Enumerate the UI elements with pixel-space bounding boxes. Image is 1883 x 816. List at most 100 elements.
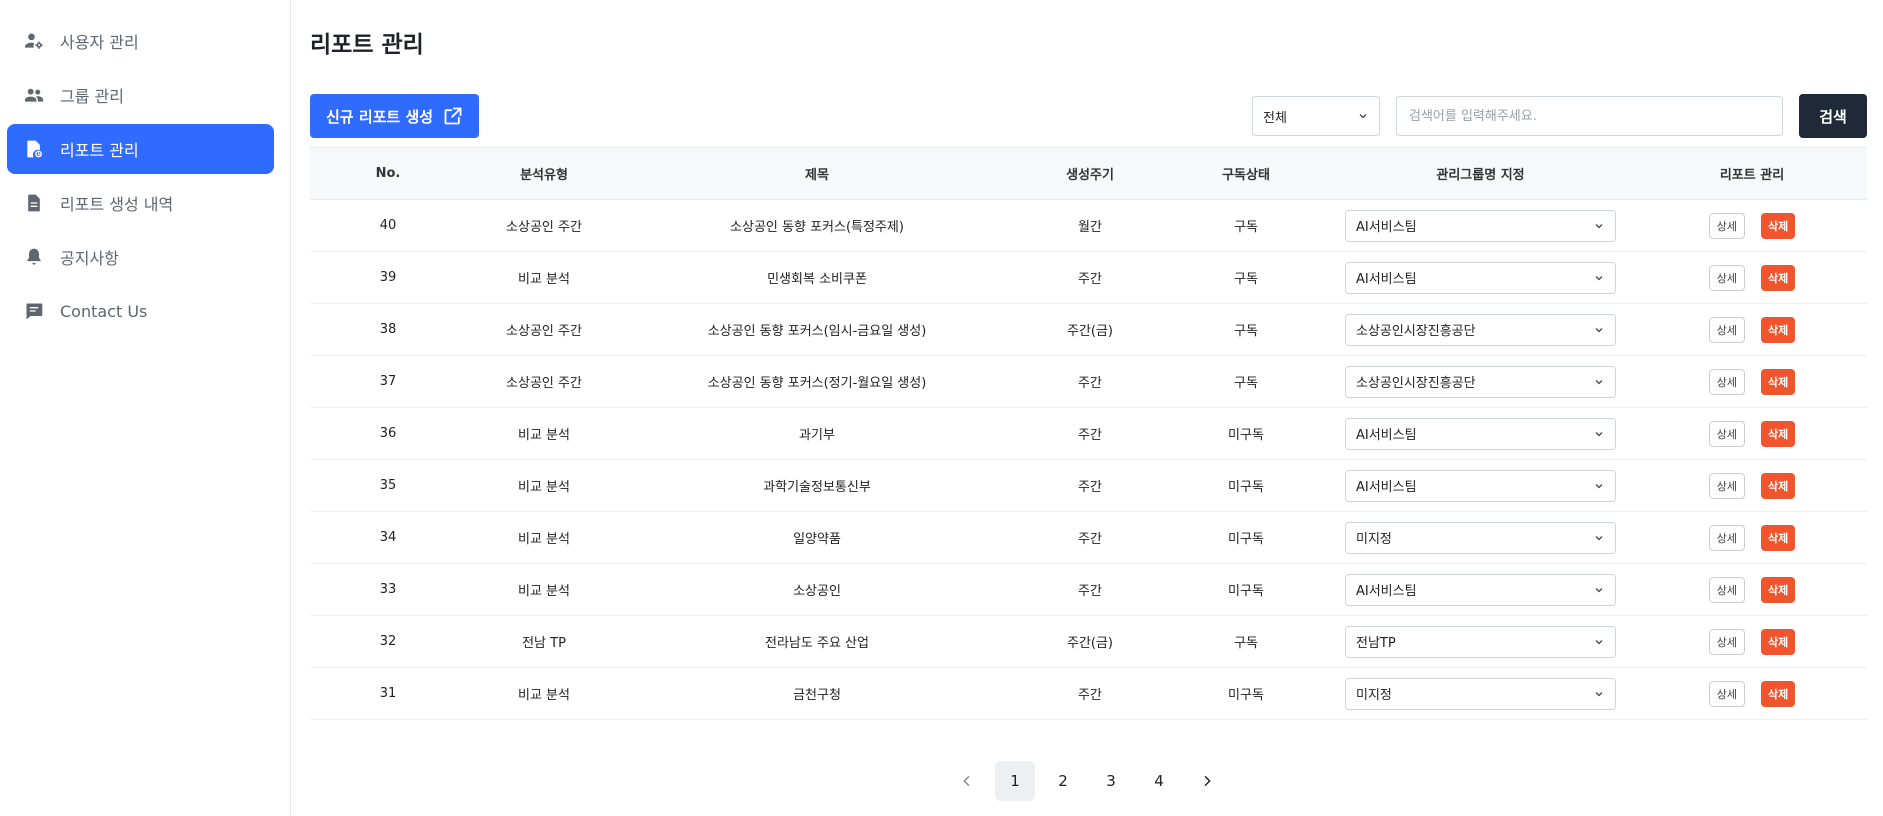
group-icon	[23, 84, 45, 106]
delete-button[interactable]: 삭제	[1761, 472, 1796, 499]
detail-button[interactable]: 상세	[1708, 680, 1745, 707]
cell-type: 비교 분석	[466, 459, 622, 512]
delete-button[interactable]: 삭제	[1761, 420, 1796, 447]
filter-select[interactable]: 전체	[1252, 96, 1380, 136]
search-button[interactable]: 검색	[1799, 94, 1867, 138]
cell-group: AI서비스팀	[1324, 563, 1637, 616]
group-select[interactable]: 소상공인시장진흥공단	[1345, 365, 1616, 398]
detail-button[interactable]: 상세	[1708, 264, 1745, 291]
cell-no: 32	[310, 615, 466, 668]
detail-button[interactable]: 상세	[1708, 524, 1745, 551]
column-header-title: 제목	[622, 147, 1012, 200]
chevron-down-icon	[1595, 379, 1603, 384]
cell-cycle: 월간	[1012, 199, 1168, 252]
cell-no: 38	[310, 303, 466, 356]
cell-title: 소상공인 동향 포커스(특정주제)	[622, 199, 1012, 252]
group-select[interactable]: AI서비스팀	[1345, 261, 1616, 294]
chevron-down-icon	[1595, 327, 1603, 332]
cell-status: 미구독	[1168, 407, 1324, 460]
table-row: 37 소상공인 주간 소상공인 동향 포커스(정기-월요일 생성) 주간 구독 …	[310, 355, 1867, 408]
sidebar-item-label: 리포트 생성 내역	[60, 195, 174, 214]
cell-title: 소상공인	[622, 563, 1012, 616]
cell-status: 미구독	[1168, 511, 1324, 564]
group-select[interactable]: AI서비스팀	[1345, 209, 1616, 242]
sidebar-item-report-management[interactable]: 리포트 관리	[7, 124, 274, 174]
detail-button[interactable]: 상세	[1708, 316, 1745, 343]
delete-button[interactable]: 삭제	[1761, 680, 1796, 707]
external-link-icon	[444, 107, 462, 125]
group-select[interactable]: 미지정	[1345, 677, 1616, 710]
delete-button[interactable]: 삭제	[1761, 316, 1796, 343]
group-select[interactable]: 소상공인시장진흥공단	[1345, 313, 1616, 346]
page-4-button[interactable]: 4	[1139, 761, 1179, 801]
chevron-down-icon	[1595, 639, 1603, 644]
delete-button[interactable]: 삭제	[1761, 212, 1796, 239]
cell-actions: 상세 삭제	[1637, 251, 1867, 304]
report-table: No. 분석유형 제목 생성주기 구독상태 관리그룹명 지정 리포트 관리 40…	[310, 147, 1867, 720]
cell-group: 미지정	[1324, 667, 1637, 720]
sidebar-item-label: 사용자 관리	[60, 33, 139, 52]
detail-button[interactable]: 상세	[1708, 420, 1745, 447]
cell-status: 미구독	[1168, 667, 1324, 720]
cell-group: AI서비스팀	[1324, 199, 1637, 252]
table-row: 34 비교 분석 일양약품 주간 미구독 미지정 상세 삭제	[310, 511, 1867, 564]
cell-no: 31	[310, 667, 466, 720]
cell-type: 소상공인 주간	[466, 199, 622, 252]
chevron-down-icon	[1595, 223, 1603, 228]
group-select-value: AI서비스팀	[1356, 220, 1417, 235]
table-row: 38 소상공인 주간 소상공인 동향 포커스(임시-금요일 생성) 주간(금) …	[310, 303, 1867, 356]
group-select[interactable]: AI서비스팀	[1345, 417, 1616, 450]
sidebar-item-label: 리포트 관리	[60, 141, 139, 160]
page-3-button[interactable]: 3	[1091, 761, 1131, 801]
row-actions: 상세 삭제	[1637, 212, 1867, 239]
chevron-left-icon	[963, 775, 970, 787]
next-page-button[interactable]	[1187, 761, 1227, 801]
delete-button[interactable]: 삭제	[1761, 524, 1796, 551]
cell-status: 미구독	[1168, 563, 1324, 616]
toolbar: 신규 리포트 생성 전체 검색	[310, 94, 1867, 138]
cell-group: 소상공인시장진흥공단	[1324, 303, 1637, 356]
cell-status: 미구독	[1168, 459, 1324, 512]
pagination: 1 2 3 4	[291, 761, 1883, 801]
delete-button[interactable]: 삭제	[1761, 628, 1796, 655]
create-report-button[interactable]: 신규 리포트 생성	[310, 94, 480, 138]
cell-title: 일양약품	[622, 511, 1012, 564]
user-gear-icon	[23, 30, 45, 52]
detail-button[interactable]: 상세	[1708, 628, 1745, 655]
row-actions: 상세 삭제	[1637, 524, 1867, 551]
page-1-button[interactable]: 1	[995, 761, 1035, 801]
cell-no: 33	[310, 563, 466, 616]
column-header-group: 관리그룹명 지정	[1324, 147, 1637, 200]
cell-status: 구독	[1168, 303, 1324, 356]
detail-button[interactable]: 상세	[1708, 212, 1745, 239]
prev-page-button[interactable]	[947, 761, 987, 801]
group-select[interactable]: AI서비스팀	[1345, 573, 1616, 606]
delete-button[interactable]: 삭제	[1761, 576, 1796, 603]
detail-button[interactable]: 상세	[1708, 576, 1745, 603]
detail-button[interactable]: 상세	[1708, 368, 1745, 395]
cell-cycle: 주간	[1012, 251, 1168, 304]
sidebar-item-contact-us[interactable]: Contact Us	[7, 286, 274, 336]
cell-no: 40	[310, 199, 466, 252]
sidebar-item-user-management[interactable]: 사용자 관리	[7, 16, 274, 66]
sidebar-item-report-history[interactable]: 리포트 생성 내역	[7, 178, 274, 228]
cell-title: 전라남도 주요 산업	[622, 615, 1012, 668]
group-select[interactable]: 미지정	[1345, 521, 1616, 554]
cell-status: 구독	[1168, 615, 1324, 668]
table-row: 35 비교 분석 과학기술정보통신부 주간 미구독 AI서비스팀 상세 삭제	[310, 459, 1867, 512]
cell-group: 소상공인시장진흥공단	[1324, 355, 1637, 408]
sidebar-item-notices[interactable]: 공지사항	[7, 232, 274, 282]
cell-cycle: 주간	[1012, 563, 1168, 616]
page-2-button[interactable]: 2	[1043, 761, 1083, 801]
group-select[interactable]: AI서비스팀	[1345, 469, 1616, 502]
cell-title: 소상공인 동향 포커스(임시-금요일 생성)	[622, 303, 1012, 356]
cell-status: 구독	[1168, 251, 1324, 304]
search-input[interactable]	[1396, 96, 1783, 136]
delete-button[interactable]: 삭제	[1761, 264, 1796, 291]
delete-button[interactable]: 삭제	[1761, 368, 1796, 395]
detail-button[interactable]: 상세	[1708, 472, 1745, 499]
sidebar-item-group-management[interactable]: 그룹 관리	[7, 70, 274, 120]
row-actions: 상세 삭제	[1637, 368, 1867, 395]
group-select[interactable]: 전남TP	[1345, 625, 1616, 658]
chevron-down-icon	[1595, 275, 1603, 280]
